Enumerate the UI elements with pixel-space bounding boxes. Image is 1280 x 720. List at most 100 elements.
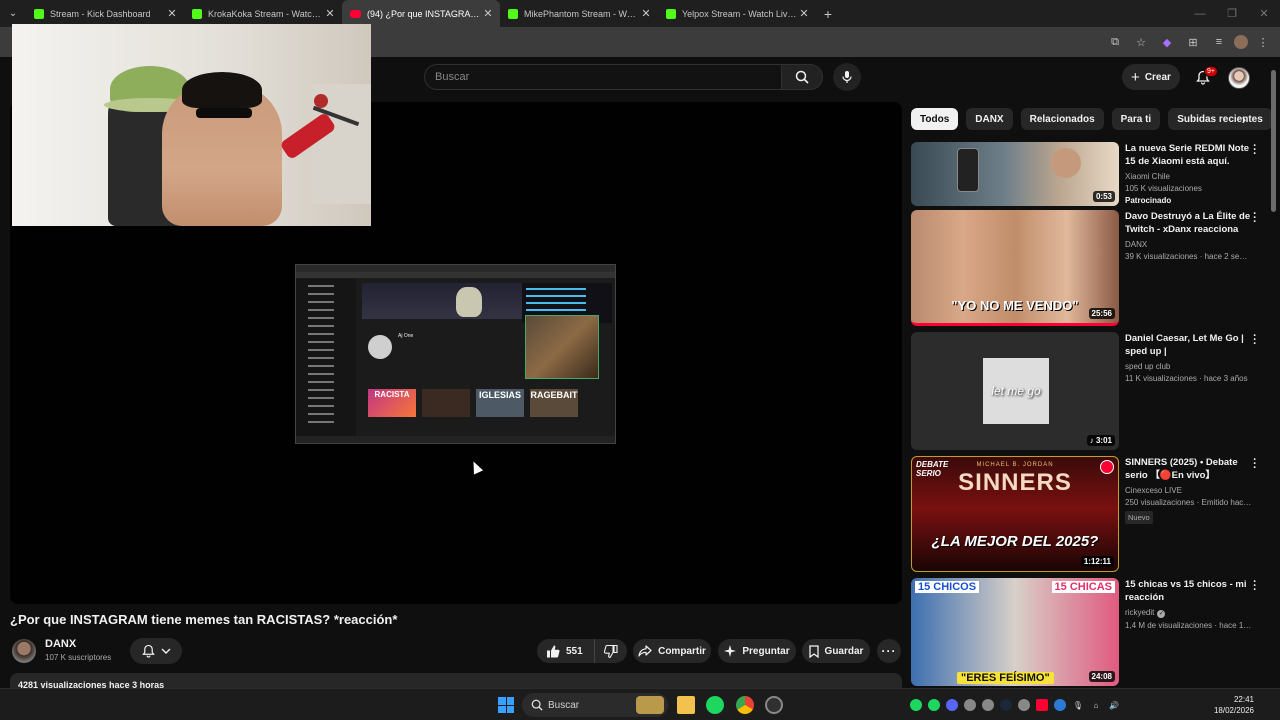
duration-badge: 1:12:11 <box>1080 556 1114 567</box>
browser-tab-youtube-active[interactable]: (94) ¿Por que INSTAGRAM tiene memes tan … <box>342 0 500 27</box>
more-options-icon[interactable]: · · · <box>1250 141 1260 160</box>
browser-tab-kick-dashboard[interactable]: Stream - Kick Dashboard ✕ <box>26 0 184 27</box>
tray-app-icon[interactable] <box>1018 699 1030 711</box>
recommendation-item[interactable]: 15 CHICOS 15 CHICAS "ERES FEÍSIMO" 24:08… <box>911 577 1266 686</box>
bluetooth-icon[interactable] <box>1054 699 1066 711</box>
install-app-icon[interactable]: ⧉ <box>1104 31 1126 53</box>
channel-name[interactable]: DANX <box>45 638 76 650</box>
browser-tab-krokakoka[interactable]: KrokaKoka Stream - Watch Live on Kick ✕ <box>184 0 342 27</box>
chip-para-ti[interactable]: Para ti <box>1111 108 1161 130</box>
profile-avatar-icon[interactable] <box>1234 35 1248 49</box>
recommendation-title[interactable]: Davo Destruyó a La Élite de Twitch - xDa… <box>1125 210 1253 236</box>
browser-menu-icon[interactable]: ⋮ <box>1252 31 1274 53</box>
video-thumbnail[interactable]: 0:53 <box>911 142 1119 206</box>
scrollbar-thumb[interactable] <box>1271 70 1276 212</box>
create-button[interactable]: + Crear <box>1122 64 1180 90</box>
chevron-right-icon[interactable]: › <box>1234 109 1254 129</box>
recommendation-title[interactable]: 15 chicas vs 15 chicos - mi reacción <box>1125 578 1253 604</box>
recommendation-channel[interactable]: DANX <box>1125 240 1253 249</box>
recommendation-channel[interactable]: Xiaomi Chile <box>1125 172 1253 181</box>
tab-title: Yelpox Stream - Watch Live on Kick <box>682 8 798 19</box>
close-icon[interactable]: ✕ <box>640 7 652 20</box>
account-avatar[interactable] <box>1228 67 1250 89</box>
tray-app-icon[interactable] <box>928 699 940 711</box>
close-icon[interactable]: ✕ <box>482 7 494 20</box>
browser-tab-mikephantom[interactable]: MikePhantom Stream - Watch Live on Kick … <box>500 0 658 27</box>
volume-icon[interactable]: 🔊 <box>1108 699 1120 711</box>
recommendation-title[interactable]: Daniel Caesar, Let Me Go | sped up | <box>1125 332 1253 358</box>
close-window-icon[interactable]: ✕ <box>1248 0 1280 27</box>
browser-tab-yelpox[interactable]: Yelpox Stream - Watch Live on Kick ✕ <box>658 0 816 27</box>
close-icon[interactable]: ✕ <box>324 7 336 20</box>
network-icon[interactable]: ⌂ <box>1090 699 1102 711</box>
spotify-icon[interactable] <box>706 696 724 714</box>
tray-youtube-icon[interactable] <box>1036 699 1048 711</box>
video-thumbnail[interactable]: DEBATE SERIO MICHAEL B. JORDAN SINNERS ¿… <box>911 456 1119 572</box>
chip-danx[interactable]: DANX <box>966 108 1013 130</box>
recommendation-item[interactable]: let me go ♪ 3:01 Daniel Caesar, Let Me G… <box>911 331 1266 450</box>
more-options-icon[interactable]: · · · <box>1250 577 1260 596</box>
recommendation-channel[interactable]: Cinexceso LIVE <box>1125 486 1253 495</box>
recommendation-title[interactable]: SINNERS (2025) • Debate serio 【🔴En vivo】 <box>1125 456 1253 482</box>
tray-app-icon[interactable] <box>964 699 976 711</box>
recommendation-channel[interactable]: sped up club <box>1125 362 1253 371</box>
reading-list-icon[interactable]: ≡ <box>1208 31 1230 53</box>
screen: ⌄ Stream - Kick Dashboard ✕ KrokaKoka St… <box>0 0 1280 720</box>
filter-chips: Todos DANX Relacionados Para ti Subidas … <box>911 108 1272 130</box>
video-thumbnail[interactable]: "YO NO ME VENDO" 25:56 <box>911 210 1119 326</box>
windows-start-icon[interactable] <box>498 697 514 713</box>
taskbar-search[interactable]: Buscar <box>522 693 668 717</box>
more-options-icon[interactable]: · · · <box>1250 209 1260 228</box>
search-button[interactable] <box>781 64 823 90</box>
voice-search-button[interactable] <box>833 63 861 91</box>
bookmark-star-icon[interactable]: ☆ <box>1130 31 1152 53</box>
recommendation-item[interactable]: 0:53 La nueva Serie REDMI Note 15 de Xia… <box>911 141 1266 206</box>
dislike-button[interactable] <box>595 639 627 663</box>
search-input[interactable]: Buscar <box>424 64 782 90</box>
microphone-tray-icon[interactable]: 🎙 <box>1072 699 1084 711</box>
thumb-person-graphic <box>1051 148 1081 178</box>
more-options-icon[interactable]: · · · <box>1250 455 1260 474</box>
subscription-notifications-button[interactable] <box>130 638 182 664</box>
like-button[interactable]: 551 <box>537 639 595 663</box>
ask-button[interactable]: Preguntar <box>718 639 796 663</box>
inner-thumb <box>422 389 470 417</box>
windows-taskbar: Buscar 🎙 ⌂ 🔊 22:41 18/02/2026 <box>0 688 1280 720</box>
obs-icon[interactable] <box>765 696 783 714</box>
tab-title: KrokaKoka Stream - Watch Live on Kick <box>208 8 324 19</box>
channel-avatar[interactable] <box>12 639 36 663</box>
recommendation-item[interactable]: DEBATE SERIO MICHAEL B. JORDAN SINNERS ¿… <box>911 455 1266 572</box>
recommendation-stats: 250 visualizaciones · Emitido hace 1 día <box>1125 498 1253 507</box>
recommendation-channel[interactable]: rickyedit ✓ <box>1125 608 1253 618</box>
thumbs-up-icon <box>547 645 560 657</box>
new-tab-plus-icon[interactable]: + <box>816 0 840 27</box>
notifications-button[interactable]: 9+ <box>1190 64 1218 90</box>
recommendation-title[interactable]: La nueva Serie REDMI Note 15 de Xiaomi e… <box>1125 142 1253 168</box>
tab-search-chevron-icon[interactable]: ⌄ <box>0 0 26 27</box>
minimize-icon[interactable]: — <box>1184 0 1216 27</box>
more-actions-button[interactable]: ··· <box>877 639 901 663</box>
chrome-icon[interactable] <box>736 696 754 714</box>
system-clock[interactable]: 22:41 18/02/2026 <box>1214 694 1254 716</box>
tray-steam-icon[interactable] <box>1000 699 1012 711</box>
extensions-puzzle-icon[interactable]: ⊞ <box>1182 31 1204 53</box>
recommendation-item[interactable]: "YO NO ME VENDO" 25:56 Davo Destruyó a L… <box>911 209 1266 326</box>
chip-todos[interactable]: Todos <box>911 108 959 130</box>
close-icon[interactable]: ✕ <box>166 7 178 20</box>
tray-app-icon[interactable] <box>982 699 994 711</box>
extension-twitch-icon[interactable]: ◆ <box>1156 31 1178 53</box>
tray-discord-icon[interactable] <box>946 699 958 711</box>
video-thumbnail[interactable]: let me go ♪ 3:01 <box>911 332 1119 450</box>
close-icon[interactable]: ✕ <box>798 7 810 20</box>
share-button[interactable]: Compartir <box>633 639 711 663</box>
chip-subidas-recientes[interactable]: Subidas recientes <box>1168 108 1272 130</box>
video-thumbnail[interactable]: 15 CHICOS 15 CHICAS "ERES FEÍSIMO" 24:08 <box>911 578 1119 686</box>
recommendation-stats: 1,4 M de visualizaciones · hace 1 año <box>1125 621 1253 630</box>
save-button[interactable]: Guardar <box>802 639 870 663</box>
file-explorer-icon[interactable] <box>677 696 695 714</box>
maximize-icon[interactable]: ❐ <box>1216 0 1248 27</box>
webcam-overlay <box>12 24 371 226</box>
chip-relacionados[interactable]: Relacionados <box>1020 108 1104 130</box>
tray-spotify-icon[interactable] <box>910 699 922 711</box>
more-options-icon[interactable]: · · · <box>1250 331 1260 350</box>
